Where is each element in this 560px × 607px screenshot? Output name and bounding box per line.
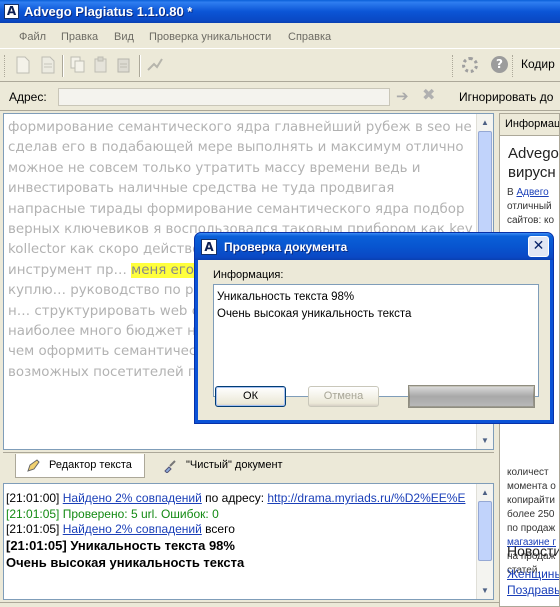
matches-total-link[interactable]: Найдено 2% совпадений — [63, 522, 202, 536]
dialog-title: Проверка документа — [224, 240, 348, 254]
menu-file[interactable]: Файл — [19, 31, 46, 43]
news-link[interactable]: Поздравь — [507, 583, 559, 597]
scrollbar-thumb[interactable] — [478, 501, 492, 561]
info-heading: Advego вирусн — [508, 145, 559, 181]
menu-uniqueness-check[interactable]: Проверка уникальности — [149, 31, 271, 43]
check-uniqueness-icon[interactable] — [147, 56, 163, 74]
editor-tabs: Редактор текста "Чистый" документ — [3, 452, 494, 479]
advego-link[interactable]: Адвего — [516, 187, 548, 198]
cancel-button[interactable]: Отмена — [308, 386, 379, 407]
pencil-icon — [27, 459, 40, 472]
menu-bar: Файл Правка Вид Проверка уникальности Сп… — [0, 26, 560, 48]
copy-icon[interactable] — [70, 56, 86, 74]
progress-bar — [408, 385, 535, 408]
menu-view[interactable]: Вид — [114, 31, 134, 43]
go-arrow-icon[interactable]: ➔ — [396, 89, 409, 104]
brush-icon — [164, 460, 176, 473]
open-document-icon[interactable] — [40, 56, 56, 74]
menu-help[interactable]: Справка — [288, 31, 331, 43]
window-title: Advego Plagiatus 1.1.0.80 * — [24, 4, 193, 19]
dialog-title-bar[interactable]: A Проверка документа ✕ — [195, 233, 553, 260]
check-document-dialog: A Проверка документа ✕ Информация: Уника… — [194, 232, 554, 424]
log-entry: [21:01:00] Найдено 2% совпадений по адре… — [6, 491, 466, 505]
toolbar-separator — [62, 55, 64, 77]
news-heading: Новости — [507, 543, 560, 559]
log-panel: [21:01:00] Найдено 2% совпадений по адре… — [3, 483, 494, 600]
log-scrollbar[interactable]: ▲ ▼ — [476, 484, 493, 599]
ignore-label[interactable]: Игнорировать до — [459, 90, 553, 104]
scroll-up-arrow-icon[interactable]: ▲ — [481, 118, 489, 127]
matches-link[interactable]: Найдено 2% совпадений — [63, 491, 202, 505]
tab-text-editor[interactable]: Редактор текста — [15, 454, 145, 478]
info-panel-tab[interactable]: Информац — [500, 114, 559, 136]
log-entry: [21:01:05] Проверено: 5 url. Ошибок: 0 — [6, 507, 219, 521]
settings-gear-icon[interactable] — [462, 57, 478, 73]
paste-icon[interactable] — [93, 56, 109, 74]
log-entry-uniqueness: [21:01:05] Уникальность текста 98% — [6, 538, 235, 553]
scroll-down-arrow-icon[interactable]: ▼ — [481, 586, 489, 595]
log-entry-verdict: Очень высокая уникальность текста — [6, 555, 245, 570]
news-links: Женщины Поздравь — [507, 566, 559, 598]
menu-edit[interactable]: Правка — [61, 31, 98, 43]
app-logo-icon: A — [201, 239, 217, 255]
address-input[interactable] — [58, 88, 390, 106]
title-bar: A Advego Plagiatus 1.1.0.80 * — [0, 0, 560, 23]
result-textbox[interactable]: Уникальность текста 98% Очень высокая ун… — [213, 284, 539, 397]
toolbar: ? Кодир — [0, 48, 560, 82]
log-entry: [21:01:05] Найдено 2% совпадений всего — [6, 522, 235, 536]
close-icon[interactable]: ✕ — [528, 236, 549, 257]
match-url-link[interactable]: http://drama.myriads.ru/%D2%EE%E — [267, 491, 465, 505]
address-label: Адрес: — [9, 90, 47, 104]
toolbar-separator — [139, 55, 141, 77]
status-bar — [0, 602, 499, 607]
address-bar: Адрес: ➔ ✖ Игнорировать до — [0, 83, 560, 111]
ok-button[interactable]: ОК — [215, 386, 286, 407]
clipboard-icon[interactable] — [116, 56, 132, 74]
news-link[interactable]: Женщины — [507, 567, 559, 581]
app-logo-icon: A — [4, 4, 19, 19]
new-document-icon[interactable] — [15, 56, 31, 74]
tab-clean-document[interactable]: "Чистый" документ — [153, 454, 293, 478]
encoding-button[interactable]: Кодир — [521, 57, 555, 71]
scroll-down-arrow-icon[interactable]: ▼ — [481, 436, 489, 445]
toolbar-grip — [452, 55, 455, 77]
clear-x-icon[interactable]: ✖ — [422, 88, 435, 104]
toolbar-grip — [512, 55, 515, 77]
info-label: Информация: — [213, 269, 284, 281]
progress-fill — [410, 387, 533, 406]
dialog-body: Информация: Уникальность текста 98% Очен… — [198, 260, 550, 420]
toolbar-grip — [4, 55, 7, 77]
scroll-up-arrow-icon[interactable]: ▲ — [481, 488, 489, 497]
help-icon[interactable]: ? — [491, 56, 508, 73]
